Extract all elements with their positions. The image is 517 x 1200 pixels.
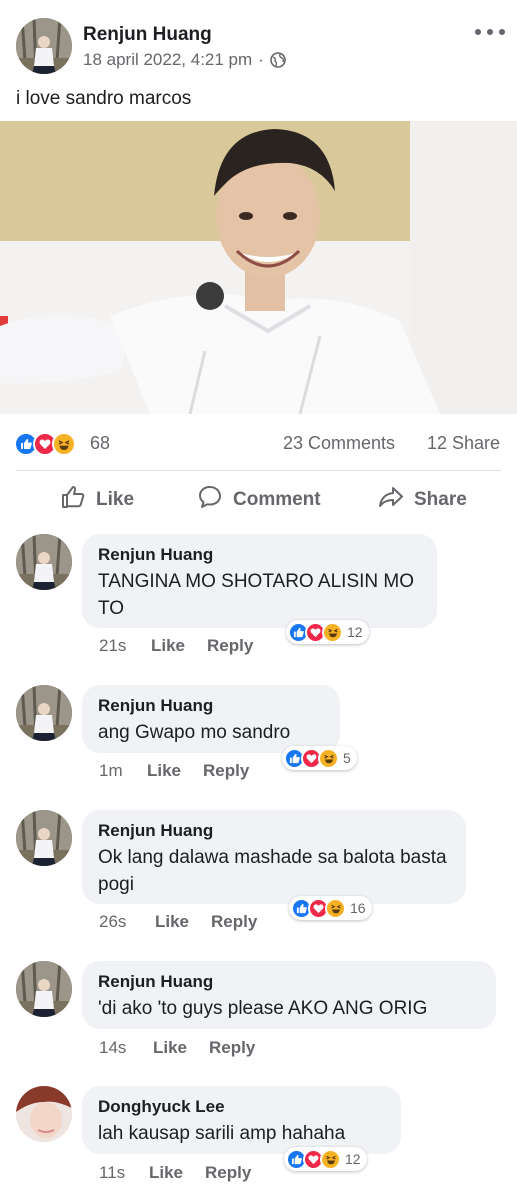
post-header: Renjun Huang 18 april 2022, 4:21 pm ·: [0, 0, 517, 80]
commenter-name[interactable]: Donghyuck Lee: [98, 1096, 385, 1118]
comment-bubble: Donghyuck Lee lah kausap sarili amp haha…: [82, 1086, 401, 1154]
comment-button[interactable]: Comment: [197, 484, 321, 516]
comment-like-button[interactable]: Like: [153, 1038, 187, 1058]
comment-like-button[interactable]: Like: [155, 912, 189, 932]
comment-like-button[interactable]: Like: [147, 761, 181, 781]
share-count[interactable]: 12 Share: [427, 433, 500, 454]
comment-time[interactable]: 11s: [99, 1163, 149, 1183]
like-button-label: Like: [96, 489, 135, 510]
comment-actions: 26s Like Reply: [99, 912, 257, 932]
post-text: i love sandro marcos: [16, 88, 192, 109]
thumbs-up-icon: [60, 484, 86, 516]
comment-time[interactable]: 1m: [99, 761, 147, 781]
haha-reaction-icon: [318, 747, 339, 769]
comment-bubble: Renjun Huang 'di ako 'to guys please AKO…: [82, 961, 496, 1029]
comment-actions: 14s Like Reply: [99, 1038, 255, 1058]
comment-reply-button[interactable]: Reply: [203, 761, 249, 781]
comment-bubble: Renjun Huang ang Gwapo mo sandro: [82, 685, 340, 753]
comment-reactions[interactable]: 12: [284, 1147, 367, 1171]
comment-actions: 1m Like Reply: [99, 761, 249, 781]
commenter-avatar[interactable]: [16, 685, 72, 741]
comment-reply-button[interactable]: Reply: [209, 1038, 255, 1058]
comment-bubble: Renjun Huang TANGINA MO SHOTARO ALISIN M…: [82, 534, 437, 628]
share-button[interactable]: Share: [378, 484, 467, 516]
comment-reaction-count: 16: [350, 900, 366, 916]
divider-top: [16, 470, 501, 471]
comment-actions: 11s Like Reply: [99, 1163, 251, 1183]
reactions-bar: 68 23 Comments 12 Share: [0, 424, 517, 464]
comment-button-label: Comment: [233, 489, 321, 510]
reaction-count[interactable]: 68: [90, 433, 110, 454]
more-horizontal-icon[interactable]: [475, 22, 505, 42]
comment-reactions[interactable]: 12: [286, 620, 369, 644]
reaction-icons[interactable]: [14, 432, 76, 456]
comment-like-button[interactable]: Like: [151, 636, 185, 656]
comment-reply-button[interactable]: Reply: [205, 1163, 251, 1183]
post-photo[interactable]: [0, 121, 517, 414]
meta-separator: ·: [258, 50, 264, 69]
comments-count[interactable]: 23 Comments: [283, 433, 395, 454]
comment-text: TANGINA MO SHOTARO ALISIN MO TO: [98, 571, 415, 619]
comment-actions: 21s Like Reply: [99, 636, 253, 656]
comment-text: lah kausap sarili amp hahaha: [98, 1123, 346, 1144]
comment-time[interactable]: 26s: [99, 912, 155, 932]
commenter-avatar[interactable]: [16, 810, 72, 866]
commenter-name[interactable]: Renjun Huang: [98, 695, 324, 717]
author-avatar[interactable]: [16, 18, 72, 74]
commenter-avatar[interactable]: [16, 1086, 72, 1142]
commenter-avatar[interactable]: [16, 534, 72, 590]
comment-reaction-count: 12: [347, 624, 363, 640]
comment-reactions[interactable]: 5: [282, 746, 357, 770]
commenter-name[interactable]: Renjun Huang: [98, 820, 450, 842]
post-date[interactable]: 18 april 2022, 4:21 pm: [83, 50, 252, 70]
globe-icon: [270, 52, 286, 68]
speech-bubble-icon: [197, 484, 223, 516]
like-button[interactable]: Like: [60, 484, 134, 516]
comment-time[interactable]: 14s: [99, 1038, 153, 1058]
share-button-label: Share: [414, 489, 467, 510]
post-actions: Like Comment Share: [0, 474, 517, 524]
commenter-avatar[interactable]: [16, 961, 72, 1017]
comment-text: ang Gwapo mo sandro: [98, 722, 291, 743]
comment-reaction-count: 5: [343, 750, 351, 766]
comment-reply-button[interactable]: Reply: [207, 636, 253, 656]
commenter-name[interactable]: Renjun Huang: [98, 544, 421, 566]
commenter-name[interactable]: Renjun Huang: [98, 971, 480, 993]
comment-text: 'di ako 'to guys please AKO ANG ORIG: [98, 998, 428, 1019]
haha-reaction-icon: [52, 432, 76, 456]
haha-reaction-icon: [325, 897, 346, 919]
comment-time[interactable]: 21s: [99, 636, 151, 656]
post-meta: 18 april 2022, 4:21 pm ·: [83, 50, 286, 70]
comment-reactions[interactable]: 16: [289, 896, 372, 920]
haha-reaction-icon: [322, 621, 343, 643]
comment-bubble: Renjun Huang Ok lang dalawa mashade sa b…: [82, 810, 466, 904]
comment-reaction-count: 12: [345, 1151, 361, 1167]
haha-reaction-icon: [320, 1148, 341, 1170]
comment-like-button[interactable]: Like: [149, 1163, 183, 1183]
share-arrow-icon: [378, 484, 404, 516]
author-name[interactable]: Renjun Huang: [83, 24, 212, 46]
comment-reply-button[interactable]: Reply: [211, 912, 257, 932]
comment-text: Ok lang dalawa mashade sa balota basta p…: [98, 847, 447, 895]
